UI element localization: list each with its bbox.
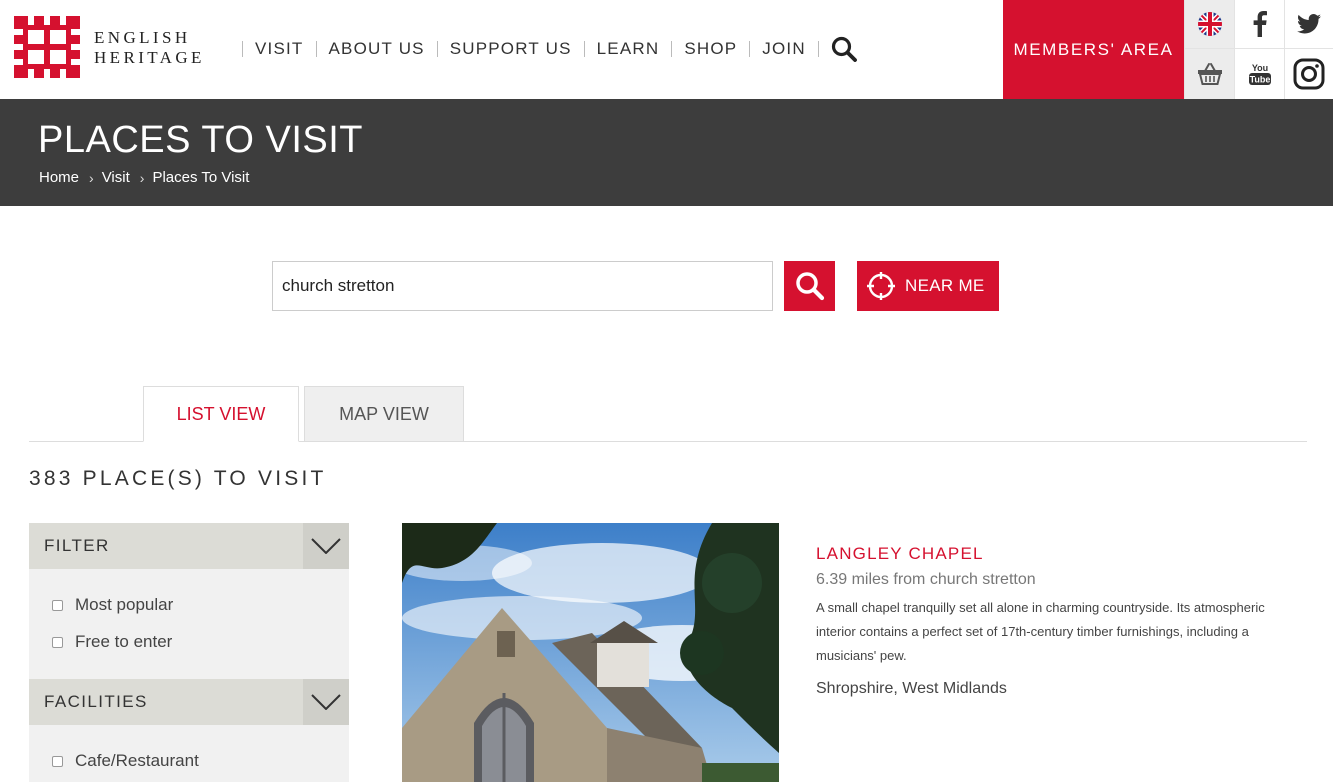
filter-options: Most popular Free to enter: [29, 569, 349, 679]
nav-divider: [749, 41, 751, 57]
tab-map-view[interactable]: MAP VIEW: [304, 386, 464, 442]
nav-divider: [436, 41, 438, 57]
filter-option-most-popular[interactable]: Most popular: [52, 595, 173, 615]
filter-option-free-to-enter[interactable]: Free to enter: [52, 632, 172, 652]
main-nav: VISIT ABOUT US SUPPORT US LEARN SHOP JOI…: [230, 36, 857, 62]
checkbox[interactable]: [52, 636, 63, 648]
youtube-icon[interactable]: You Tube: [1234, 49, 1284, 99]
filter-title: FILTER: [44, 536, 110, 555]
facilities-options: Cafe/Restaurant: [29, 725, 349, 782]
breadcrumb-home[interactable]: Home: [39, 169, 79, 186]
page-title: PLACES TO VISIT: [38, 119, 363, 161]
filter-option-label: Free to enter: [75, 632, 173, 651]
breadcrumb: Home › Visit › Places To Visit: [39, 169, 249, 186]
filter-option-label: Most popular: [75, 595, 174, 614]
nav-divider: [817, 41, 819, 57]
facility-option-cafe-restaurant[interactable]: Cafe/Restaurant: [52, 751, 199, 771]
basket-icon[interactable]: [1184, 49, 1234, 99]
chevron-right-icon: ›: [139, 169, 145, 186]
social-links: You Tube: [1184, 0, 1333, 99]
results-count: 383 PLACE(S) TO VISIT: [29, 467, 327, 490]
tab-list-view[interactable]: LIST VIEW: [143, 386, 299, 442]
brand-wordmark[interactable]: ENGLISH HERITAGE: [94, 28, 205, 68]
site-header: ENGLISH HERITAGE VISIT ABOUT US SUPPORT …: [0, 0, 1333, 99]
checkbox[interactable]: [52, 755, 63, 767]
breadcrumb-visit[interactable]: Visit: [102, 169, 130, 186]
search-button[interactable]: [784, 261, 835, 311]
nav-divider: [583, 41, 585, 57]
near-me-button[interactable]: NEAR ME: [857, 261, 999, 311]
near-me-label: NEAR ME: [905, 276, 985, 295]
youtube-you-text: You: [1251, 63, 1267, 73]
result-image-chapel[interactable]: [402, 523, 779, 782]
page-banner: PLACES TO VISIT Home › Visit › Places To…: [0, 99, 1333, 206]
filter-header[interactable]: FILTER: [29, 523, 349, 569]
nav-divider: [242, 41, 243, 57]
nav-item-shop[interactable]: SHOP: [684, 39, 737, 59]
breadcrumb-current: Places To Visit: [152, 169, 250, 186]
result-location: Shropshire, West Midlands: [816, 680, 1007, 697]
nav-item-support-us[interactable]: SUPPORT US: [450, 39, 572, 59]
nav-divider: [671, 41, 673, 57]
nav-divider: [315, 41, 317, 57]
facilities-header[interactable]: FACILITIES: [29, 679, 349, 725]
facility-option-label: Cafe/Restaurant: [75, 751, 199, 770]
brand-line-2: HERITAGE: [94, 48, 205, 67]
chevron-down-icon[interactable]: [303, 679, 349, 725]
search-input[interactable]: [272, 261, 773, 311]
facebook-icon[interactable]: [1234, 0, 1284, 49]
chevron-right-icon: ›: [89, 169, 94, 186]
english-heritage-logo[interactable]: [14, 16, 80, 78]
nav-item-about-us[interactable]: ABOUT US: [329, 39, 425, 59]
result-description: A small chapel tranquilly set all alone …: [816, 600, 1265, 663]
chevron-down-icon[interactable]: [303, 523, 349, 569]
search-icon[interactable]: [831, 36, 857, 62]
members-area-button[interactable]: MEMBERS' AREA: [1003, 0, 1184, 99]
checkbox[interactable]: [52, 599, 63, 611]
result-title[interactable]: LANGLEY CHAPEL: [816, 544, 984, 564]
result-distance: 6.39 miles from church stretton: [816, 571, 1036, 588]
youtube-tube-text: Tube: [1249, 75, 1270, 85]
nav-item-learn[interactable]: LEARN: [597, 39, 660, 59]
instagram-icon[interactable]: [1284, 49, 1333, 99]
nav-item-join[interactable]: JOIN: [762, 39, 806, 59]
facilities-title: FACILITIES: [44, 692, 148, 711]
twitter-icon[interactable]: [1284, 0, 1333, 49]
location-target-icon: [867, 272, 895, 300]
search-icon: [795, 272, 824, 301]
language-flag-uk-icon[interactable]: [1184, 0, 1234, 49]
nav-item-visit[interactable]: VISIT: [255, 39, 304, 59]
brand-line-1: ENGLISH: [94, 28, 191, 47]
